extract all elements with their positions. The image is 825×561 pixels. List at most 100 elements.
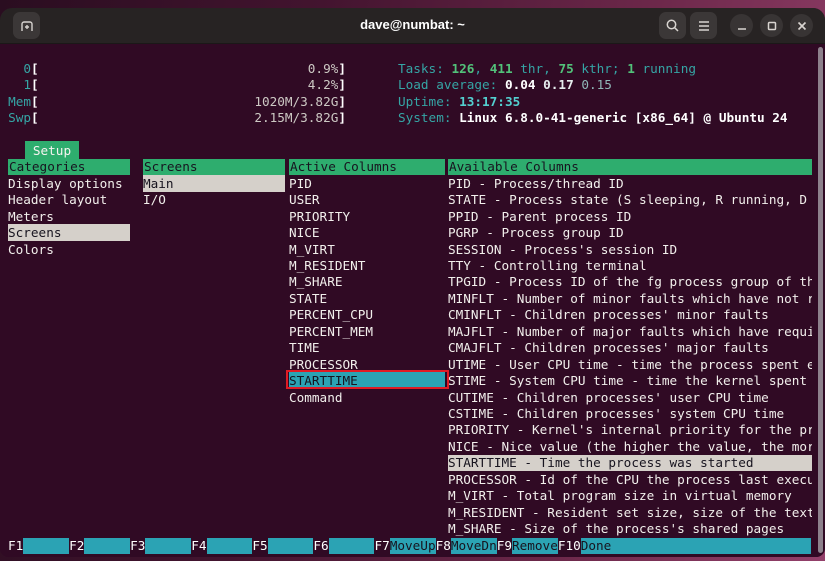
fn-key-f3[interactable]: F3: [130, 538, 145, 554]
category-display-options[interactable]: Display options: [8, 175, 130, 191]
active-column[interactable]: NICE: [289, 224, 445, 240]
maximize-button[interactable]: [760, 14, 783, 37]
meter-label: 0: [23, 60, 31, 76]
active-column[interactable]: M_VIRT: [289, 241, 445, 257]
fn-key-f4[interactable]: F4: [191, 538, 206, 554]
active-column[interactable]: STATE: [289, 290, 445, 306]
maximize-icon: [767, 21, 777, 31]
meter-label: Swp: [8, 110, 31, 126]
minimize-icon: [737, 21, 747, 31]
active-column[interactable]: M_RESIDENT: [289, 257, 445, 273]
available-column[interactable]: STIME - System CPU time - time the kerne…: [448, 372, 812, 388]
available-column[interactable]: TTY - Controlling terminal: [448, 257, 812, 273]
memory-meter-value: 1020M/3.82G: [254, 93, 339, 109]
tasks-line: Tasks: 126, 411 thr, 75 kthr; 1 running: [398, 60, 696, 76]
active-column[interactable]: PERCENT_MEM: [289, 323, 445, 339]
meter-label: Mem: [8, 93, 31, 109]
fn-key-f2[interactable]: F2: [69, 538, 84, 554]
available-column[interactable]: PRIORITY - Kernel's internal priority fo…: [448, 422, 812, 438]
active-column[interactable]: Command: [289, 389, 445, 405]
cpu0-meter-bars: 0.9%: [39, 60, 339, 76]
fn-label-f4[interactable]: [206, 537, 253, 554]
available-column[interactable]: PROCESSOR - Id of the CPU the process la…: [448, 471, 812, 487]
setup-tab[interactable]: Setup: [25, 141, 79, 159]
category-colors[interactable]: Colors: [8, 241, 130, 257]
available-column[interactable]: UTIME - User CPU time - time the process…: [448, 356, 812, 372]
active-column[interactable]: PID: [289, 175, 445, 191]
available-column[interactable]: NICE - Nice value (the higher the value,…: [448, 438, 812, 454]
available-column[interactable]: MINFLT - Number of minor faults which ha…: [448, 290, 812, 306]
screens-panel: Screens Main I/O: [143, 158, 285, 208]
active-column[interactable]: TIME: [289, 340, 445, 356]
available-column[interactable]: PGRP - Process group ID: [448, 224, 812, 240]
active-column-starttime-selected[interactable]: STARTTIME: [289, 372, 445, 389]
memory-meter-bars: 1020M/3.82G: [39, 93, 339, 109]
available-column[interactable]: M_SHARE - Size of the process's shared p…: [448, 520, 812, 536]
fn-key-f10[interactable]: F10: [558, 538, 581, 554]
swap-meter-value: 2.15M/3.82G: [254, 110, 339, 126]
fn-label-f1[interactable]: [23, 537, 70, 554]
category-header-layout[interactable]: Header layout: [8, 192, 130, 208]
cpu0-meter-value: 0.9%: [307, 61, 339, 76]
available-column[interactable]: TPGID - Process ID of the fg process gro…: [448, 274, 812, 290]
meter-label: 1: [23, 77, 31, 93]
available-column[interactable]: CMAJFLT - Children processes' major faul…: [448, 340, 812, 356]
available-column[interactable]: CSTIME - Children processes' system CPU …: [448, 405, 812, 421]
available-column-starttime-selected[interactable]: STARTTIME - Time the process was started: [448, 454, 812, 471]
available-column[interactable]: STATE - Process state (S sleeping, R run…: [448, 192, 812, 208]
active-column[interactable]: USER: [289, 192, 445, 208]
fn-label-f3[interactable]: [145, 537, 192, 554]
available-column[interactable]: CMINFLT - Children processes' minor faul…: [448, 307, 812, 323]
hamburger-menu-icon: [697, 20, 711, 32]
panel-header-categories: Categories: [8, 158, 130, 176]
active-column[interactable]: PERCENT_CPU: [289, 307, 445, 323]
available-column[interactable]: PPID - Parent process ID: [448, 208, 812, 224]
fn-label-f6[interactable]: [328, 537, 375, 554]
fn-key-f1[interactable]: F1: [8, 538, 23, 554]
close-icon: [797, 21, 807, 31]
fn-label-f2[interactable]: [84, 537, 131, 554]
fn-key-f8[interactable]: F8: [436, 538, 451, 554]
fn-label-done[interactable]: Done: [580, 537, 627, 554]
function-key-bar: F1 F2 F3 F4 F5 F6 F7 MoveUp F8 MoveDn F9 Re…: [8, 537, 811, 554]
active-column[interactable]: M_SHARE: [289, 274, 445, 290]
fn-bar-filler: [626, 537, 811, 554]
fn-label-remove[interactable]: Remove: [512, 537, 558, 554]
panel-header-available-columns: Available Columns: [448, 158, 812, 176]
categories-panel: Categories Display options Header layout…: [8, 158, 130, 258]
screen-io[interactable]: I/O: [143, 192, 285, 208]
fn-key-f6[interactable]: F6: [313, 538, 328, 554]
fn-label-movedn[interactable]: MoveDn: [450, 537, 497, 554]
available-column[interactable]: SESSION - Process's session ID: [448, 241, 812, 257]
menu-button[interactable]: [690, 12, 717, 39]
category-screens[interactable]: Screens: [8, 224, 130, 241]
active-column[interactable]: PRIORITY: [289, 208, 445, 224]
memory-meter: Mem[ 1020M/3.82G ]: [8, 93, 346, 109]
cpu1-meter: 1[ 4.2% ]: [8, 76, 346, 92]
fn-label-f5[interactable]: [267, 537, 314, 554]
available-column[interactable]: M_VIRT - Total program size in virtual m…: [448, 487, 812, 503]
available-column[interactable]: MAJFLT - Number of major faults which ha…: [448, 323, 812, 339]
search-icon: [665, 18, 680, 33]
minimize-button[interactable]: [730, 14, 753, 37]
fn-label-moveup[interactable]: MoveUp: [389, 537, 436, 554]
available-column[interactable]: CUTIME - Children processes' user CPU ti…: [448, 389, 812, 405]
available-column[interactable]: PID - Process/thread ID: [448, 175, 812, 191]
available-columns-panel: Available Columns PID - Process/thread I…: [448, 158, 812, 537]
active-column[interactable]: PROCESSOR: [289, 356, 445, 372]
panel-header-active-columns: Active Columns: [289, 158, 445, 176]
fn-key-f9[interactable]: F9: [497, 538, 512, 554]
category-meters[interactable]: Meters: [8, 208, 130, 224]
load-average-line: Load average: 0.04 0.17 0.15: [398, 77, 612, 93]
scrollbar[interactable]: [817, 47, 823, 553]
screen-main[interactable]: Main: [143, 175, 285, 192]
search-button[interactable]: [659, 12, 686, 39]
available-column[interactable]: M_RESIDENT - Resident set size, size of …: [448, 504, 812, 520]
fn-key-f5[interactable]: F5: [252, 538, 267, 554]
active-columns-panel: Active Columns PID USER PRIORITY NICE M_…: [289, 158, 445, 406]
cpu0-meter: 0[ 0.9% ]: [8, 60, 346, 76]
close-button[interactable]: [790, 14, 813, 37]
swap-meter: Swp[ 2.15M/3.82G ]: [8, 109, 346, 125]
fn-key-f7[interactable]: F7: [374, 538, 389, 554]
titlebar: dave@numbat: ~: [0, 8, 825, 44]
